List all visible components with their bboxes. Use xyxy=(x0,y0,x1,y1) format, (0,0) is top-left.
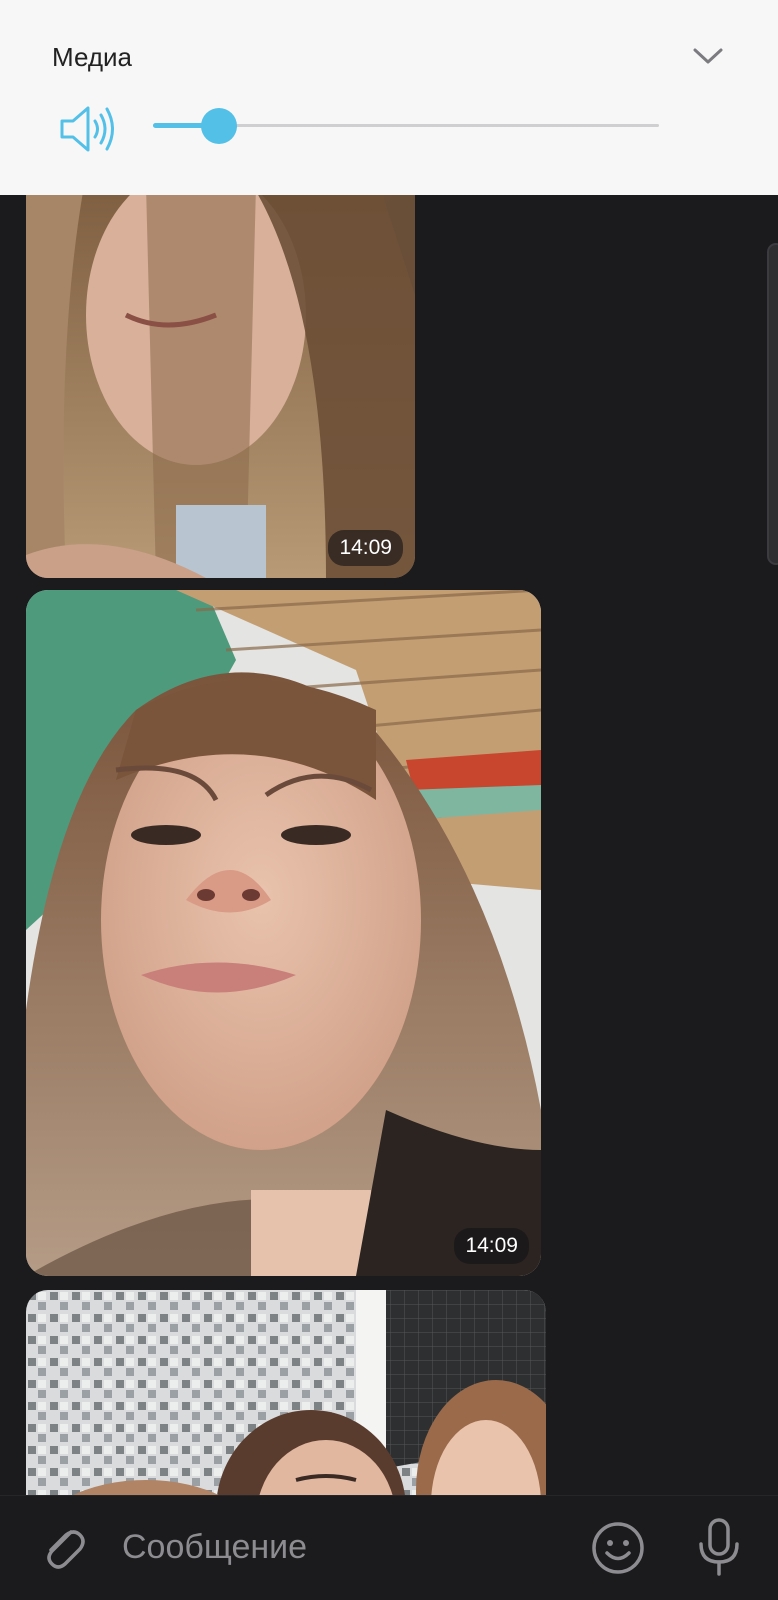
scroll-handle[interactable] xyxy=(767,243,778,565)
group-photo-image xyxy=(26,1290,546,1495)
speaker-glyph xyxy=(60,106,114,152)
volume-stream-title: Медиа xyxy=(52,42,132,72)
paperclip-icon xyxy=(47,1530,85,1569)
smiley-icon xyxy=(592,1522,644,1574)
speaker-icon[interactable] xyxy=(58,100,116,158)
photo-message-3[interactable] xyxy=(26,1290,546,1495)
photo-message-2[interactable]: 14:09 xyxy=(26,590,541,1276)
attach-button[interactable] xyxy=(36,1520,90,1574)
message-time: 14:09 xyxy=(454,1228,529,1264)
photo-message-1[interactable]: 14:09 xyxy=(26,195,415,578)
volume-panel: Медиа xyxy=(0,0,778,195)
microphone-icon xyxy=(699,1518,739,1576)
selfie-photo-image xyxy=(26,195,415,578)
collapse-button[interactable] xyxy=(688,38,728,74)
emoji-button[interactable] xyxy=(590,1520,646,1576)
message-time: 14:09 xyxy=(328,530,403,566)
microphone-button[interactable] xyxy=(694,1516,744,1578)
selfie-photo-image xyxy=(26,590,541,1276)
message-input[interactable] xyxy=(122,1524,552,1570)
volume-slider[interactable] xyxy=(153,108,659,144)
chevron-down-icon xyxy=(693,48,723,64)
message-composer xyxy=(0,1495,778,1600)
chat-screen: 14:09 14:09 Медиа Сообщение xyxy=(0,0,778,1600)
message-feed[interactable]: 14:09 14:09 xyxy=(0,195,778,1495)
volume-slider-thumb[interactable] xyxy=(200,108,237,144)
